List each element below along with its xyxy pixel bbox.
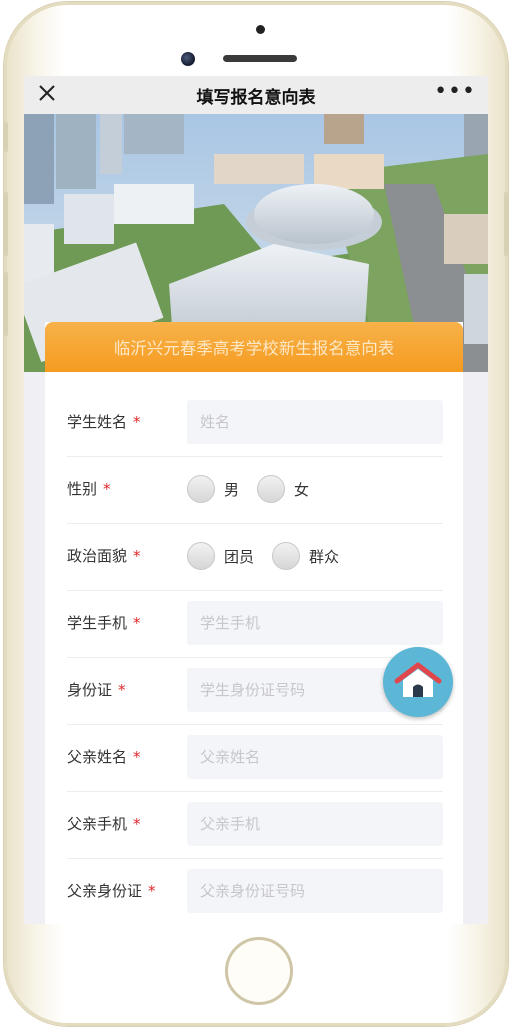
- field-label: 身份证 *: [67, 681, 126, 699]
- screen: 填写报名意向表 ••• 临沂兴元春季高考学校新生报名意向表 学生姓名 * 姓名 …: [24, 76, 488, 924]
- field-label: 学生姓名 *: [67, 413, 141, 431]
- field-label: 父亲手机 *: [67, 815, 141, 833]
- registration-form: 临沂兴元春季高考学校新生报名意向表 学生姓名* 性别* 男 女 政治面貌* 团员: [45, 322, 463, 924]
- home-button[interactable]: [225, 937, 293, 1005]
- field-student-name: 学生姓名 *: [67, 389, 443, 457]
- volume-up-button: [4, 192, 8, 256]
- required-mark: *: [133, 748, 141, 766]
- required-mark: *: [133, 547, 141, 565]
- power-button: [504, 192, 508, 256]
- masses-radio[interactable]: [272, 542, 301, 570]
- field-gender: 性别 * 男 女: [67, 456, 443, 524]
- radio-label: 群众: [309, 547, 340, 566]
- home-icon: [394, 662, 442, 697]
- home-fab-button[interactable]: [383, 647, 453, 717]
- front-camera: [181, 52, 195, 66]
- field-father-name: 父亲姓名 *: [67, 724, 443, 792]
- required-mark: *: [133, 614, 141, 632]
- radio-label: 女: [294, 480, 310, 499]
- student-name-input[interactable]: [187, 400, 443, 444]
- field-label: 学生手机 *: [67, 614, 141, 632]
- required-mark: *: [133, 413, 141, 431]
- close-icon[interactable]: [36, 82, 58, 104]
- more-icon[interactable]: •••: [434, 81, 476, 103]
- field-label: 父亲姓名 *: [67, 748, 141, 766]
- form-title: 临沂兴元春季高考学校新生报名意向表: [113, 339, 395, 358]
- father-phone-input[interactable]: [187, 802, 443, 846]
- field-label: 父亲身份证 *: [67, 882, 156, 900]
- nav-bar: 填写报名意向表 •••: [24, 76, 488, 114]
- proximity-sensor: [256, 25, 265, 34]
- form-title-bar: 临沂兴元春季高考学校新生报名意向表: [45, 322, 463, 372]
- radio-label: 男: [224, 480, 240, 499]
- father-id-input[interactable]: [187, 869, 443, 913]
- mute-switch: [4, 122, 8, 152]
- political-radio-group: 团员 群众: [187, 523, 357, 589]
- gender-radio-group: 男 女: [187, 456, 327, 522]
- required-mark: *: [118, 681, 126, 699]
- volume-down-button: [4, 272, 8, 336]
- father-name-input[interactable]: [187, 735, 443, 779]
- field-label: 政治面貌 *: [67, 547, 141, 565]
- field-political-status: 政治面貌 * 团员 群众: [67, 523, 443, 591]
- field-father-phone: 父亲手机 *: [67, 791, 443, 859]
- gender-female-radio[interactable]: [257, 475, 286, 503]
- required-mark: *: [103, 480, 111, 498]
- field-label: 性别 *: [67, 480, 111, 498]
- earpiece-speaker: [223, 55, 297, 62]
- page-title: 填写报名意向表: [196, 87, 316, 108]
- league-member-radio[interactable]: [187, 542, 215, 570]
- gender-male-radio[interactable]: [187, 475, 215, 503]
- required-mark: *: [133, 815, 141, 833]
- field-father-id: 父亲身份证 *: [67, 858, 443, 924]
- radio-label: 团员: [224, 547, 255, 566]
- required-mark: *: [148, 882, 156, 900]
- student-phone-input[interactable]: [187, 601, 443, 645]
